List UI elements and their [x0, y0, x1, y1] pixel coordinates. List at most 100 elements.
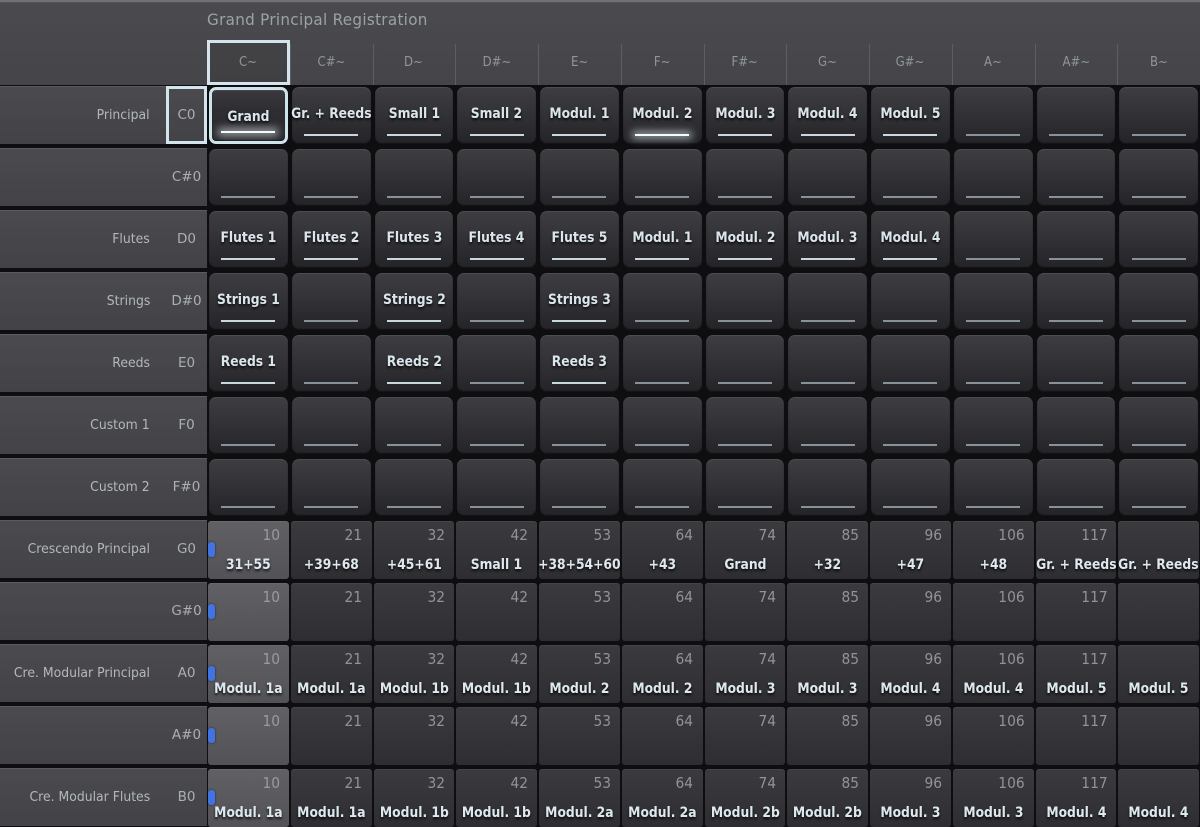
registration-button[interactable]: [457, 273, 536, 330]
crescendo-cell[interactable]: 10Modul. 1a: [208, 645, 289, 703]
crescendo-cell[interactable]: 53+38+54+60: [539, 521, 620, 579]
crescendo-cell[interactable]: 10Modul. 1a: [208, 769, 289, 827]
crescendo-cell[interactable]: 106: [953, 707, 1034, 765]
column-header[interactable]: D#~: [455, 40, 538, 85]
registration-button[interactable]: [954, 149, 1033, 206]
row-note-label[interactable]: C0: [166, 86, 207, 144]
registration-button[interactable]: [706, 335, 785, 392]
registration-button[interactable]: Modul. 1: [623, 211, 702, 268]
column-header[interactable]: A#~: [1035, 40, 1118, 85]
registration-button[interactable]: [954, 335, 1033, 392]
crescendo-cell[interactable]: Modul. 4: [1118, 769, 1199, 827]
row-note-label[interactable]: C#0: [166, 148, 207, 206]
crescendo-cell[interactable]: 96+47: [870, 521, 951, 579]
registration-button[interactable]: [623, 459, 702, 516]
row-note-label[interactable]: G0: [166, 520, 207, 578]
column-header[interactable]: B~: [1117, 40, 1200, 85]
crescendo-cell[interactable]: 32Modul. 1b: [374, 645, 455, 703]
registration-button[interactable]: Flutes 1: [209, 211, 288, 268]
registration-button[interactable]: [871, 397, 950, 454]
registration-button[interactable]: Flutes 4: [457, 211, 536, 268]
crescendo-cell[interactable]: 42Small 1: [456, 521, 537, 579]
row-note-label[interactable]: G#0: [166, 582, 207, 640]
crescendo-cell[interactable]: 85Modul. 2b: [787, 769, 868, 827]
crescendo-cell[interactable]: 96Modul. 4: [870, 645, 951, 703]
registration-button[interactable]: [623, 149, 702, 206]
crescendo-cell[interactable]: 117Modul. 5: [1036, 645, 1117, 703]
registration-button[interactable]: [788, 397, 867, 454]
crescendo-cell[interactable]: 10: [208, 583, 289, 641]
crescendo-cell[interactable]: 85Modul. 3: [787, 645, 868, 703]
registration-button[interactable]: [292, 149, 371, 206]
registration-button[interactable]: [706, 397, 785, 454]
registration-button[interactable]: [623, 397, 702, 454]
column-header[interactable]: A~: [952, 40, 1035, 85]
row-note-label[interactable]: B0: [166, 768, 207, 826]
column-header[interactable]: G~: [786, 40, 869, 85]
registration-button[interactable]: Modul. 3: [706, 87, 785, 144]
crescendo-cell[interactable]: 42: [456, 583, 537, 641]
registration-button[interactable]: [292, 459, 371, 516]
crescendo-cell[interactable]: 74Modul. 3: [705, 645, 786, 703]
registration-button[interactable]: [292, 273, 371, 330]
crescendo-cell[interactable]: 85: [787, 707, 868, 765]
row-note-label[interactable]: F0: [166, 396, 207, 454]
crescendo-cell[interactable]: 21Modul. 1a: [291, 645, 372, 703]
registration-button[interactable]: [706, 459, 785, 516]
crescendo-cell[interactable]: 64Modul. 2: [622, 645, 703, 703]
crescendo-cell[interactable]: 96: [870, 707, 951, 765]
registration-button[interactable]: Reeds 1: [209, 335, 288, 392]
registration-button[interactable]: Strings 2: [375, 273, 454, 330]
crescendo-cell[interactable]: 117: [1036, 583, 1117, 641]
registration-button[interactable]: [871, 149, 950, 206]
registration-button[interactable]: [871, 335, 950, 392]
crescendo-cell[interactable]: 85+32: [787, 521, 868, 579]
registration-button[interactable]: [871, 273, 950, 330]
registration-button[interactable]: [1037, 335, 1116, 392]
row-note-label[interactable]: A#0: [166, 706, 207, 764]
registration-button[interactable]: Modul. 1: [540, 87, 619, 144]
registration-button[interactable]: [954, 87, 1033, 144]
registration-button[interactable]: Strings 3: [540, 273, 619, 330]
crescendo-cell[interactable]: 32Modul. 1b: [374, 769, 455, 827]
column-header[interactable]: D~: [373, 40, 456, 85]
crescendo-cell[interactable]: 21Modul. 1a: [291, 769, 372, 827]
registration-button[interactable]: [1119, 459, 1198, 516]
registration-button[interactable]: Reeds 3: [540, 335, 619, 392]
crescendo-cell[interactable]: 96: [870, 583, 951, 641]
registration-button[interactable]: [706, 149, 785, 206]
registration-button[interactable]: [1037, 459, 1116, 516]
row-note-label[interactable]: A0: [166, 644, 207, 702]
crescendo-cell[interactable]: 96Modul. 3: [870, 769, 951, 827]
crescendo-cell[interactable]: 64: [622, 583, 703, 641]
crescendo-cell[interactable]: 117Modul. 4: [1036, 769, 1117, 827]
registration-button[interactable]: [954, 459, 1033, 516]
crescendo-cell[interactable]: 32: [374, 583, 455, 641]
registration-button[interactable]: [623, 273, 702, 330]
registration-button[interactable]: [1037, 211, 1116, 268]
registration-button[interactable]: Reeds 2: [375, 335, 454, 392]
registration-button[interactable]: Flutes 5: [540, 211, 619, 268]
registration-button[interactable]: [788, 149, 867, 206]
registration-button[interactable]: Gr. + Reeds: [292, 87, 371, 144]
registration-button[interactable]: [292, 397, 371, 454]
crescendo-cell[interactable]: 64Modul. 2a: [622, 769, 703, 827]
crescendo-cell[interactable]: 42Modul. 1b: [456, 769, 537, 827]
registration-button[interactable]: [788, 459, 867, 516]
registration-button[interactable]: [540, 459, 619, 516]
crescendo-cell[interactable]: 85: [787, 583, 868, 641]
registration-button[interactable]: Flutes 3: [375, 211, 454, 268]
registration-button[interactable]: Flutes 2: [292, 211, 371, 268]
row-note-label[interactable]: D0: [166, 210, 207, 268]
registration-button[interactable]: [457, 397, 536, 454]
crescendo-cell[interactable]: 106+48: [953, 521, 1034, 579]
crescendo-cell[interactable]: 21: [291, 707, 372, 765]
crescendo-cell[interactable]: Gr. + Reeds: [1118, 521, 1199, 579]
registration-button[interactable]: [375, 149, 454, 206]
crescendo-cell[interactable]: [1118, 707, 1199, 765]
crescendo-cell[interactable]: 32+45+61: [374, 521, 455, 579]
registration-button[interactable]: Modul. 5: [871, 87, 950, 144]
crescendo-cell[interactable]: 64: [622, 707, 703, 765]
registration-button[interactable]: [209, 459, 288, 516]
registration-button[interactable]: [457, 459, 536, 516]
